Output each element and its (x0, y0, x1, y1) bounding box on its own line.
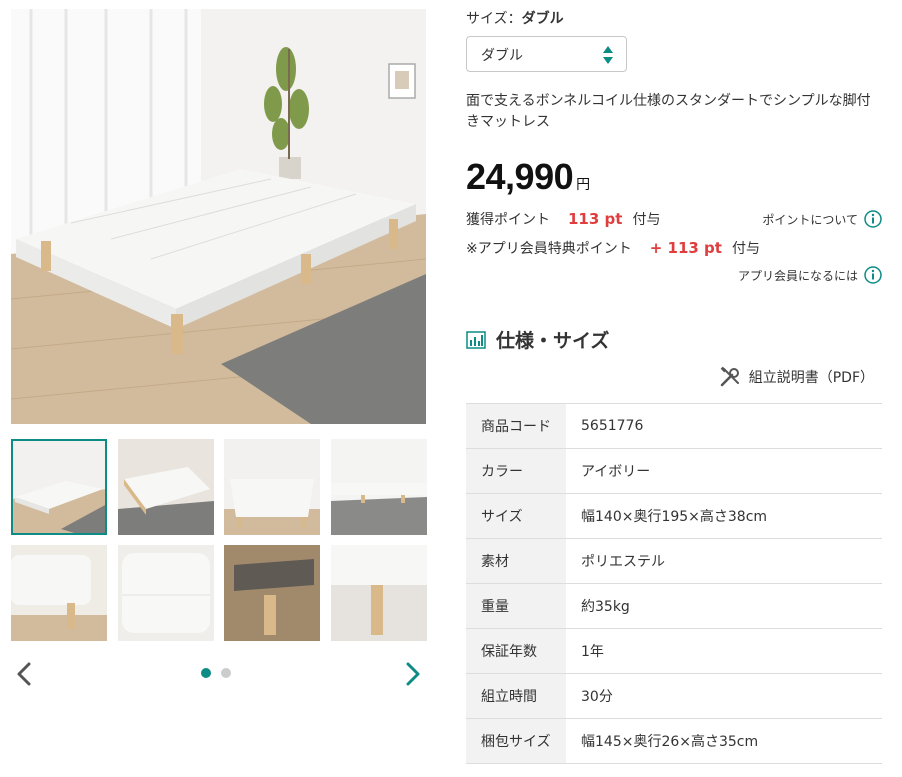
thumbnail-4[interactable] (330, 439, 427, 535)
thumbnail-6[interactable] (117, 545, 214, 641)
spec-row-value: 約35kg (581, 599, 630, 615)
gallery-page-dots (201, 668, 231, 678)
size-select-value: ダブル (481, 48, 523, 64)
spec-row: サイズ 幅140×奥行195×高さ38cm (466, 493, 882, 539)
spec-row-value: アイボリー (581, 464, 651, 480)
spec-table: 商品コード 5651776 カラー アイボリー サイズ 幅140×奥行195×高さ38cm… (466, 403, 882, 764)
spec-row: 組立時間 30分 (466, 673, 882, 719)
chart-icon (466, 330, 486, 349)
spec-row: 梱包サイズ 幅145×奥行26×高さ35cm (466, 718, 882, 764)
assembly-manual-label: 組立説明書（PDF） (748, 370, 874, 386)
earned-points-row: 獲得ポイント 113 pt 付与 (466, 209, 660, 229)
earned-points-suffix: 付与 (632, 212, 661, 228)
thumbnail-7[interactable] (224, 545, 320, 641)
info-circle-icon (864, 210, 882, 228)
product-description: 面で支えるボンネルコイル仕様のスタンダートでシンプルな脚付きマットレス (466, 93, 871, 130)
spec-row: 重量 約35kg (466, 583, 882, 629)
spec-row-label: 組立時間 (466, 673, 566, 719)
earned-points-value: 113 pt (568, 210, 623, 228)
app-points-row: ※アプリ会員特典ポイント + 113 pt 付与 (466, 238, 760, 258)
chevron-right-icon[interactable] (400, 660, 424, 688)
spec-row-label: 保証年数 (466, 628, 566, 674)
spec-heading: 仕様・サイズ (466, 326, 609, 353)
page-dot-1[interactable] (201, 668, 211, 678)
chevron-left-icon[interactable] (13, 660, 37, 688)
price-amount: 24,990 (466, 156, 574, 197)
price-currency: 円 (576, 177, 591, 193)
size-value: ダブル (521, 11, 564, 27)
app-points-label: ※アプリ会員特典ポイント (466, 241, 632, 257)
spec-row: 保証年数 1年 (466, 628, 882, 674)
app-points-value: + 113 pt (649, 239, 722, 257)
spec-row-value: 1年 (581, 644, 604, 660)
app-member-label: アプリ会員になるには (737, 268, 858, 283)
spec-row: カラー アイボリー (466, 448, 882, 494)
spec-row: 商品コード 5651776 (466, 403, 882, 449)
spec-row-label: サイズ (466, 493, 566, 539)
spec-row-value: 幅145×奥行26×高さ35cm (581, 734, 759, 750)
price: 24,990 円 (466, 156, 590, 198)
info-circle-icon (864, 266, 882, 284)
thumbnail-3[interactable] (224, 439, 320, 535)
thumbnail-8[interactable] (330, 545, 427, 641)
spec-row-value: 5651776 (581, 418, 644, 434)
spec-row-label: 商品コード (466, 403, 566, 449)
spec-row: 素材 ポリエステル (466, 538, 882, 584)
size-label: サイズ： (466, 11, 522, 27)
earned-points-label: 獲得ポイント (466, 212, 550, 228)
tools-icon (719, 366, 741, 388)
points-about-label: ポイントについて (762, 212, 858, 227)
spec-title: 仕様・サイズ (496, 330, 610, 352)
spec-row-label: カラー (466, 448, 566, 494)
assembly-manual-link[interactable]: 組立説明書（PDF） (719, 366, 874, 388)
spec-row-value: 30分 (581, 689, 613, 705)
size-select[interactable]: ダブル (466, 36, 627, 72)
up-down-arrows-icon (602, 45, 614, 65)
spec-row-label: 梱包サイズ (466, 718, 566, 764)
page-dot-2[interactable] (221, 668, 231, 678)
spec-row-label: 素材 (466, 538, 566, 584)
app-points-suffix: 付与 (731, 241, 760, 257)
gallery-navigation (11, 656, 426, 692)
spec-row-value: ポリエステル (581, 554, 665, 570)
thumbnail-2[interactable] (117, 439, 214, 535)
app-member-link[interactable]: アプリ会員になるには (738, 266, 882, 284)
main-product-image[interactable] (11, 9, 426, 424)
points-about-link[interactable]: ポイントについて (762, 210, 882, 228)
spec-row-label: 重量 (466, 583, 566, 629)
thumbnail-1[interactable] (11, 439, 107, 535)
spec-row-value: 幅140×奥行195×高さ38cm (581, 509, 768, 525)
size-heading: サイズ：ダブル (466, 8, 564, 28)
thumbnail-grid (11, 439, 427, 641)
thumbnail-5[interactable] (11, 545, 107, 641)
